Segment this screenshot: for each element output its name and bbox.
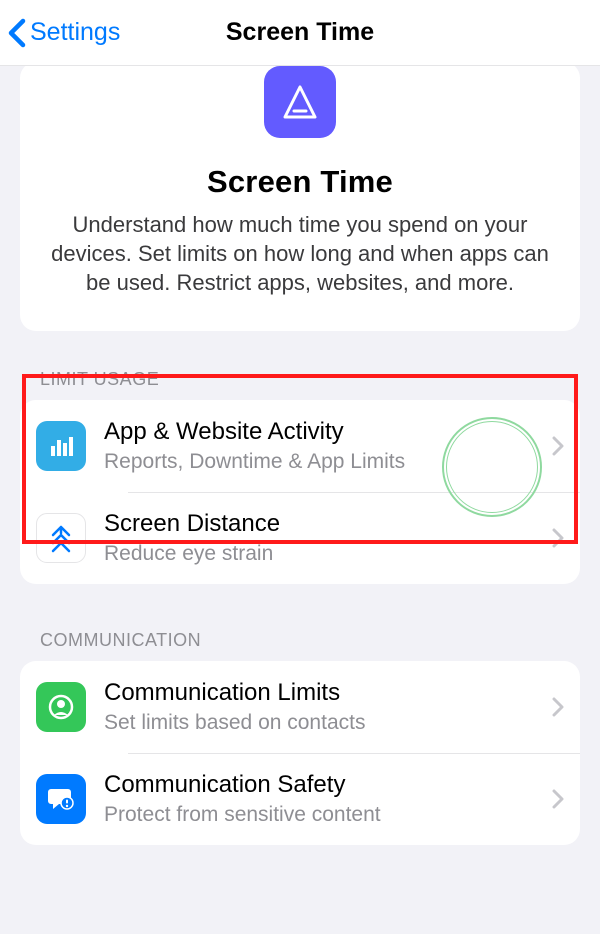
cell-sub: Set limits based on contacts <box>104 710 542 736</box>
cell-sub: Reduce eye strain <box>104 541 542 567</box>
page-title: Screen Time <box>226 18 374 47</box>
cell-title: Screen Distance <box>104 509 542 539</box>
screen-time-icon <box>264 66 336 138</box>
section-header-communication: COMMUNICATION <box>0 630 600 651</box>
section-header-limit-usage: LIMIT USAGE <box>0 369 600 390</box>
app-website-activity-row[interactable]: App & Website Activity Reports, Downtime… <box>20 400 580 492</box>
nav-bar: Settings Screen Time <box>0 0 600 66</box>
limit-usage-group: App & Website Activity Reports, Downtime… <box>20 400 580 584</box>
hero-title: Screen Time <box>48 164 552 200</box>
hero-card: Screen Time Understand how much time you… <box>20 62 580 331</box>
cell-title: Communication Safety <box>104 770 542 800</box>
bar-chart-icon <box>36 421 86 471</box>
screen-distance-row[interactable]: Screen Distance Reduce eye strain <box>20 492 580 584</box>
hero-desc: Understand how much time you spend on yo… <box>48 210 552 297</box>
cell-title: Communication Limits <box>104 678 542 708</box>
back-button[interactable]: Settings <box>0 18 120 48</box>
cell-title: App & Website Activity <box>104 417 542 447</box>
contact-icon <box>36 682 86 732</box>
cell-sub: Reports, Downtime & App Limits <box>104 449 542 475</box>
back-label: Settings <box>30 18 120 47</box>
communication-limits-row[interactable]: Communication Limits Set limits based on… <box>20 661 580 753</box>
chevron-left-icon <box>8 18 26 48</box>
chevron-right-icon <box>552 789 564 809</box>
chat-alert-icon <box>36 774 86 824</box>
chevron-right-icon <box>552 697 564 717</box>
chevron-right-icon <box>552 528 564 548</box>
cell-sub: Protect from sensitive content <box>104 802 542 828</box>
communication-safety-row[interactable]: Communication Safety Protect from sensit… <box>20 753 580 845</box>
communication-group: Communication Limits Set limits based on… <box>20 661 580 845</box>
chevron-right-icon <box>552 436 564 456</box>
distance-icon <box>36 513 86 563</box>
